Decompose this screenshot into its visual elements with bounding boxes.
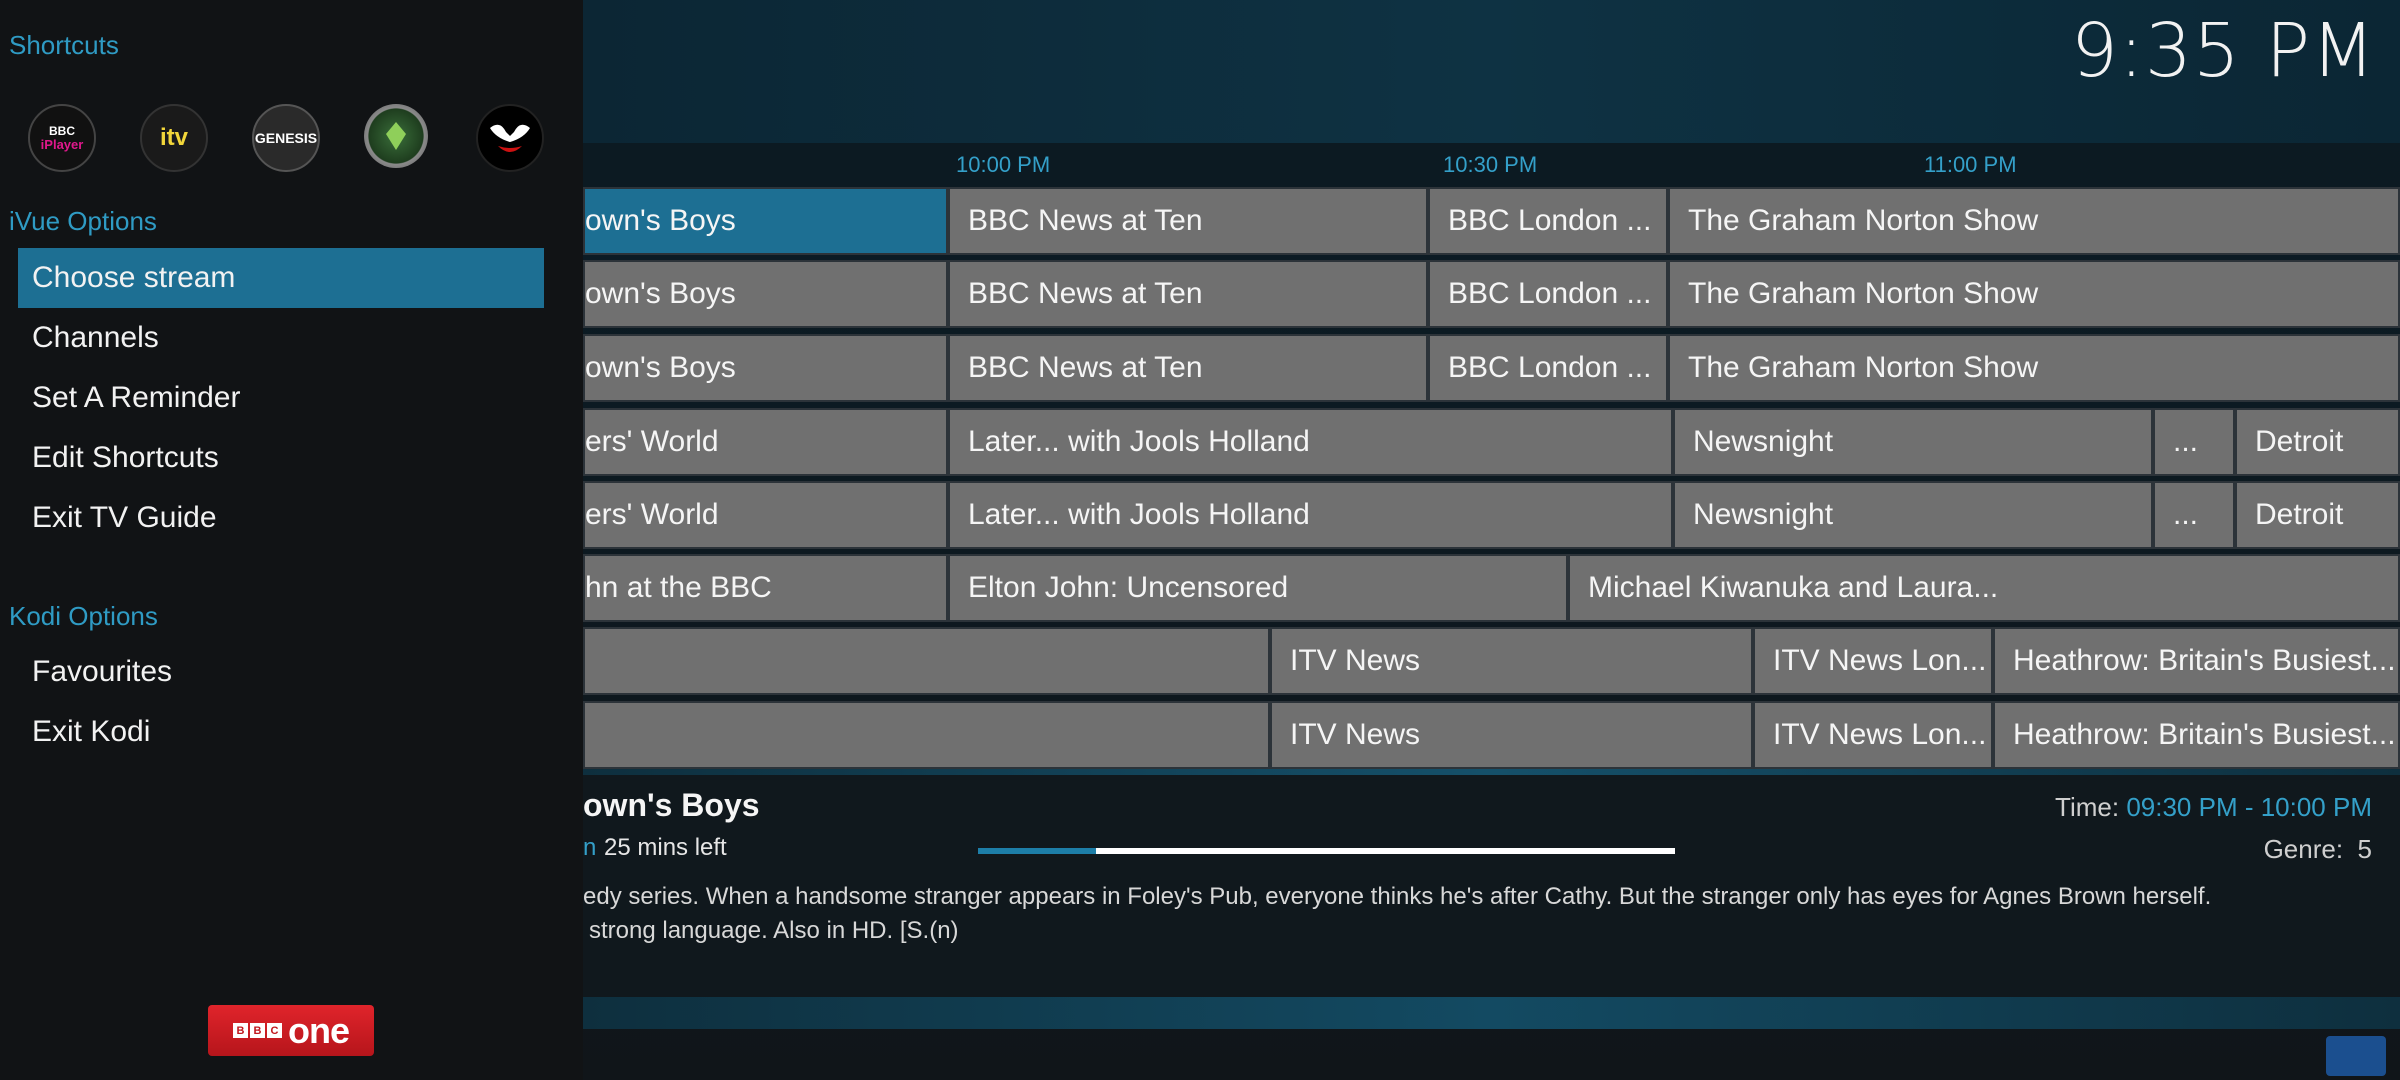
epg-program-cell[interactable]: The Graham Norton Show [1668,187,2400,255]
menu-edit-shortcuts[interactable]: Edit Shortcuts [18,428,544,488]
description-line: edy series. When a handsome stranger app… [583,883,2212,910]
side-menu: Shortcuts BBC iPlayer itv GENESIS iVue O… [0,0,583,1080]
epg-program-cell[interactable]: Heathrow: Britain's Busiest... [1993,627,2400,695]
epg-program-cell[interactable]: own's Boys [583,260,948,328]
program-title: own's Boys [583,787,760,823]
bbc-block: C [266,1023,282,1038]
epg-program-cell[interactable] [583,701,1270,769]
channel-logo: B B C one [208,1005,374,1056]
epg-program-cell[interactable]: Michael Kiwanuka and Laura... [1568,554,2400,622]
menu-exit-kodi[interactable]: Exit Kodi [18,702,544,762]
time-left: 25 mins left [604,834,727,861]
leaf-icon [386,122,406,150]
epg-program-cell[interactable]: ITV News [1270,701,1753,769]
description-line: strong language. Also in HD. [S.(n) [589,917,959,944]
itv-icon[interactable]: itv [140,104,208,172]
epg-program-cell[interactable]: BBC News at Ten [948,187,1428,255]
kodi-options-title: Kodi Options [9,601,158,631]
menu-choose-stream[interactable]: Choose stream [18,248,544,308]
clock: 9:35 PM [2070,8,2376,94]
addon-green-icon[interactable] [364,104,428,168]
epg-program-cell[interactable]: ITV News Lon... [1753,701,1993,769]
genesis-logo-text: GENESIS [254,130,318,146]
program-time: Time: 09:30 PM - 10:00 PM [2055,792,2372,823]
genre-value: 5 [2357,834,2372,864]
bbc-block: B [249,1023,265,1038]
timeline-label: 10:00 PM [956,152,1051,177]
time-label: Time: [2055,792,2120,822]
epg-program-cell[interactable]: Later... with Jools Holland [948,408,1673,476]
epg-program-cell[interactable]: BBC London ... [1428,260,1668,328]
program-progress [978,848,1675,854]
bbc-block: B [232,1023,248,1038]
epg-program-cell[interactable]: own's Boys [583,187,948,255]
program-genre: Genre: 5 [2264,834,2372,865]
epg-grid: own's Boys BBC News at Ten BBC London ... T… [583,187,2400,769]
itv-logo-text: itv [159,124,188,151]
epg-program-cell[interactable]: ... [2153,408,2235,476]
epg-program-cell[interactable]: BBC News at Ten [948,334,1428,402]
menu-exit-tv-guide[interactable]: Exit TV Guide [18,488,544,548]
epg-program-cell[interactable]: ... [2153,481,2235,549]
epg-program-cell[interactable]: BBC News at Ten [948,260,1428,328]
epg-program-cell[interactable]: Detroit [2235,408,2400,476]
epg-program-cell[interactable]: BBC London ... [1428,334,1668,402]
venom-face-icon [490,124,530,152]
epg-program-cell[interactable]: Elton John: Uncensored [948,554,1568,622]
program-time-accent: n [583,834,597,861]
epg-program-cell[interactable]: ers' World [583,408,948,476]
epg-program-cell[interactable]: The Graham Norton Show [1668,334,2400,402]
epg-program-cell[interactable]: ITV News [1270,627,1753,695]
bbc-iplayer-icon[interactable]: BBC iPlayer [28,104,96,172]
genre-label: Genre: [2263,834,2344,864]
program-progress-fill [978,848,1097,854]
bottom-strip [583,997,2400,1029]
remote-icon[interactable] [2326,1036,2386,1076]
epg-program-cell[interactable]: own's Boys [583,334,948,402]
channel-logo-word: one [287,1009,350,1051]
epg-program-cell[interactable]: BBC London ... [1428,187,1668,255]
epg-program-cell[interactable]: The Graham Norton Show [1668,260,2400,328]
time-value: 09:30 PM - 10:00 PM [2126,792,2372,822]
epg-program-cell[interactable]: Detroit [2235,481,2400,549]
bbc-blocks: B B C [232,1023,282,1038]
epg-program-cell[interactable]: hn at the BBC [583,554,948,622]
epg-program-cell[interactable] [583,627,1270,695]
epg-program-cell[interactable]: ITV News Lon... [1753,627,1993,695]
shortcuts-title: Shortcuts [9,30,119,60]
epg-program-cell[interactable]: ers' World [583,481,948,549]
venom-icon[interactable] [476,104,544,172]
program-description: edy series. When a handsome stranger app… [583,880,2283,948]
genesis-icon[interactable]: GENESIS [252,104,320,172]
menu-set-reminder[interactable]: Set A Reminder [18,368,544,428]
menu-channels[interactable]: Channels [18,308,544,368]
epg-program-cell[interactable]: Newsnight [1673,481,2153,549]
epg-program-cell[interactable]: Newsnight [1673,408,2153,476]
menu-favourites[interactable]: Favourites [18,642,544,702]
ivue-options-title: iVue Options [9,206,157,236]
timeline-label: 11:00 PM [1924,152,2017,177]
epg-program-cell[interactable]: Later... with Jools Holland [948,481,1673,549]
epg-program-cell[interactable]: Heathrow: Britain's Busiest... [1993,701,2400,769]
timeline-label: 10:30 PM [1443,152,1538,177]
